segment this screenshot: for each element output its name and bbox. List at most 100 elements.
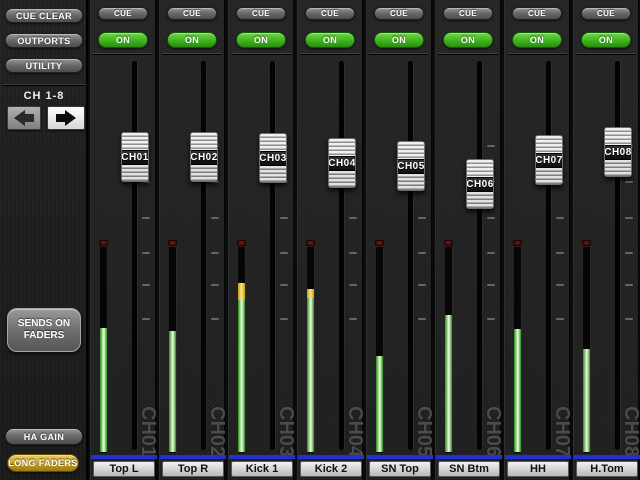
bank-previous-button[interactable] — [7, 106, 41, 130]
fader-scale-tick — [211, 252, 219, 254]
fader-track — [477, 61, 482, 450]
channel-on-button[interactable]: ON — [305, 32, 355, 48]
channel-on-button[interactable]: ON — [167, 32, 217, 48]
fader-knob-grip-bottom — [191, 164, 217, 181]
channel-name-plate[interactable]: Kick 1 — [231, 461, 293, 477]
fader-scale-tick — [418, 318, 426, 320]
cue-button[interactable]: CUE — [305, 7, 355, 20]
channel-name-plate[interactable]: Kick 2 — [300, 461, 362, 477]
sends-on-faders-button[interactable]: SENDS ON FADERS — [7, 308, 81, 352]
clip-indicator-led — [513, 240, 522, 246]
fader-scale-tick — [625, 181, 633, 183]
strip-divider — [369, 53, 429, 54]
level-meter-green-segment — [307, 298, 314, 452]
fader-knob-grip-top — [467, 160, 493, 177]
cue-clear-button[interactable]: CUE CLEAR — [5, 8, 83, 23]
channel-on-button[interactable]: ON — [581, 32, 631, 48]
channel-id-watermark: CH05 — [413, 405, 435, 457]
cue-button[interactable]: CUE — [512, 7, 562, 20]
fader-knob-channel-label: CH08 — [604, 144, 632, 160]
channel-id-watermark: CH07 — [551, 405, 573, 457]
fader-knob-grip-bottom — [329, 170, 355, 187]
channel-on-button[interactable]: ON — [443, 32, 493, 48]
long-faders-button[interactable]: LONG FADERS — [7, 454, 79, 472]
fader-track — [339, 61, 344, 450]
channel-on-button[interactable]: ON — [98, 32, 148, 48]
fader-knob-grip-top — [536, 136, 562, 153]
fader-track — [132, 61, 137, 450]
cue-button[interactable]: CUE — [581, 7, 631, 20]
fader-knob-channel-label: CH04 — [328, 155, 356, 171]
channel-name-plate[interactable]: HH — [507, 461, 569, 477]
fader-scale-tick — [142, 318, 150, 320]
cue-button[interactable]: CUE — [98, 7, 148, 20]
clip-indicator-led — [99, 240, 108, 246]
arrow-right-icon — [56, 110, 76, 126]
fader-knob[interactable]: CH03 — [259, 133, 287, 183]
strip-divider — [576, 53, 636, 54]
fader-knob[interactable]: CH01 — [121, 132, 149, 182]
fader-scale-tick — [625, 284, 633, 286]
fader-scale-tick — [142, 252, 150, 254]
fader-knob-grip-top — [398, 142, 424, 159]
strip-divider — [93, 53, 153, 54]
outports-button[interactable]: OUTPORTS — [5, 33, 83, 48]
fader-knob-grip-bottom — [260, 165, 286, 182]
utility-button[interactable]: UTILITY — [5, 58, 83, 73]
fader-knob-grip-bottom — [467, 191, 493, 208]
strip-divider — [231, 53, 291, 54]
fader-scale-tick — [487, 284, 495, 286]
fader-knob[interactable]: CH02 — [190, 132, 218, 182]
channel-strip: CUE ON CH07 CH07 HH — [504, 0, 573, 480]
fader-knob-grip-top — [329, 139, 355, 156]
fader-knob-grip-top — [605, 128, 631, 145]
channel-name-plate[interactable]: H.Tom — [576, 461, 638, 477]
channel-on-button[interactable]: ON — [236, 32, 286, 48]
cue-button[interactable]: CUE — [374, 7, 424, 20]
strip-divider — [162, 53, 222, 54]
fader-knob[interactable]: CH04 — [328, 138, 356, 188]
level-meter-yellow-segment — [307, 289, 314, 298]
fader-scale-tick — [349, 284, 357, 286]
fader-knob-channel-label: CH05 — [397, 158, 425, 174]
channel-name-plate[interactable]: Top R — [162, 461, 224, 477]
fader-knob-grip-bottom — [536, 167, 562, 184]
channel-strip: CUE ON CH04 CH04 Kick 2 — [297, 0, 366, 480]
fader-knob-grip-bottom — [605, 159, 631, 176]
fader-track — [270, 61, 275, 450]
fader-scale-tick — [556, 252, 564, 254]
level-meter-green-segment — [514, 329, 521, 452]
cue-button[interactable]: CUE — [236, 7, 286, 20]
fader-scale-tick — [142, 284, 150, 286]
fader-knob[interactable]: CH07 — [535, 135, 563, 185]
fader-scale-tick — [349, 252, 357, 254]
fader-knob[interactable]: CH08 — [604, 127, 632, 177]
fader-scale-tick — [142, 217, 150, 219]
channel-color-bar — [229, 455, 295, 459]
channel-name-plate[interactable]: Top L — [93, 461, 155, 477]
channel-color-bar — [160, 455, 226, 459]
fader-scale-tick — [556, 217, 564, 219]
cue-button[interactable]: CUE — [443, 7, 493, 20]
bank-next-button[interactable] — [47, 106, 85, 130]
clip-indicator-led — [582, 240, 591, 246]
fader-knob[interactable]: CH05 — [397, 141, 425, 191]
fader-knob-channel-label: CH02 — [190, 149, 218, 165]
fader-scale-tick — [625, 252, 633, 254]
channel-strip: CUE ON CH06 CH06 SN Btm — [435, 0, 504, 480]
channel-name-plate[interactable]: SN Btm — [438, 461, 500, 477]
fader-scale-tick — [556, 284, 564, 286]
fader-knob[interactable]: CH06 — [466, 159, 494, 209]
channel-on-button[interactable]: ON — [512, 32, 562, 48]
cue-button[interactable]: CUE — [167, 7, 217, 20]
sidebar-divider — [3, 84, 85, 85]
channel-id-watermark: CH08 — [620, 405, 640, 457]
fader-scale-tick — [625, 217, 633, 219]
channel-color-bar — [91, 455, 157, 459]
channel-on-button[interactable]: ON — [374, 32, 424, 48]
channel-name-plate[interactable]: SN Top — [369, 461, 431, 477]
fader-track — [201, 61, 206, 450]
channel-strip: CUE ON CH03 CH03 Kick 1 — [228, 0, 297, 480]
ha-gain-button[interactable]: HA GAIN — [5, 428, 83, 445]
channel-id-watermark: CH01 — [137, 405, 159, 457]
